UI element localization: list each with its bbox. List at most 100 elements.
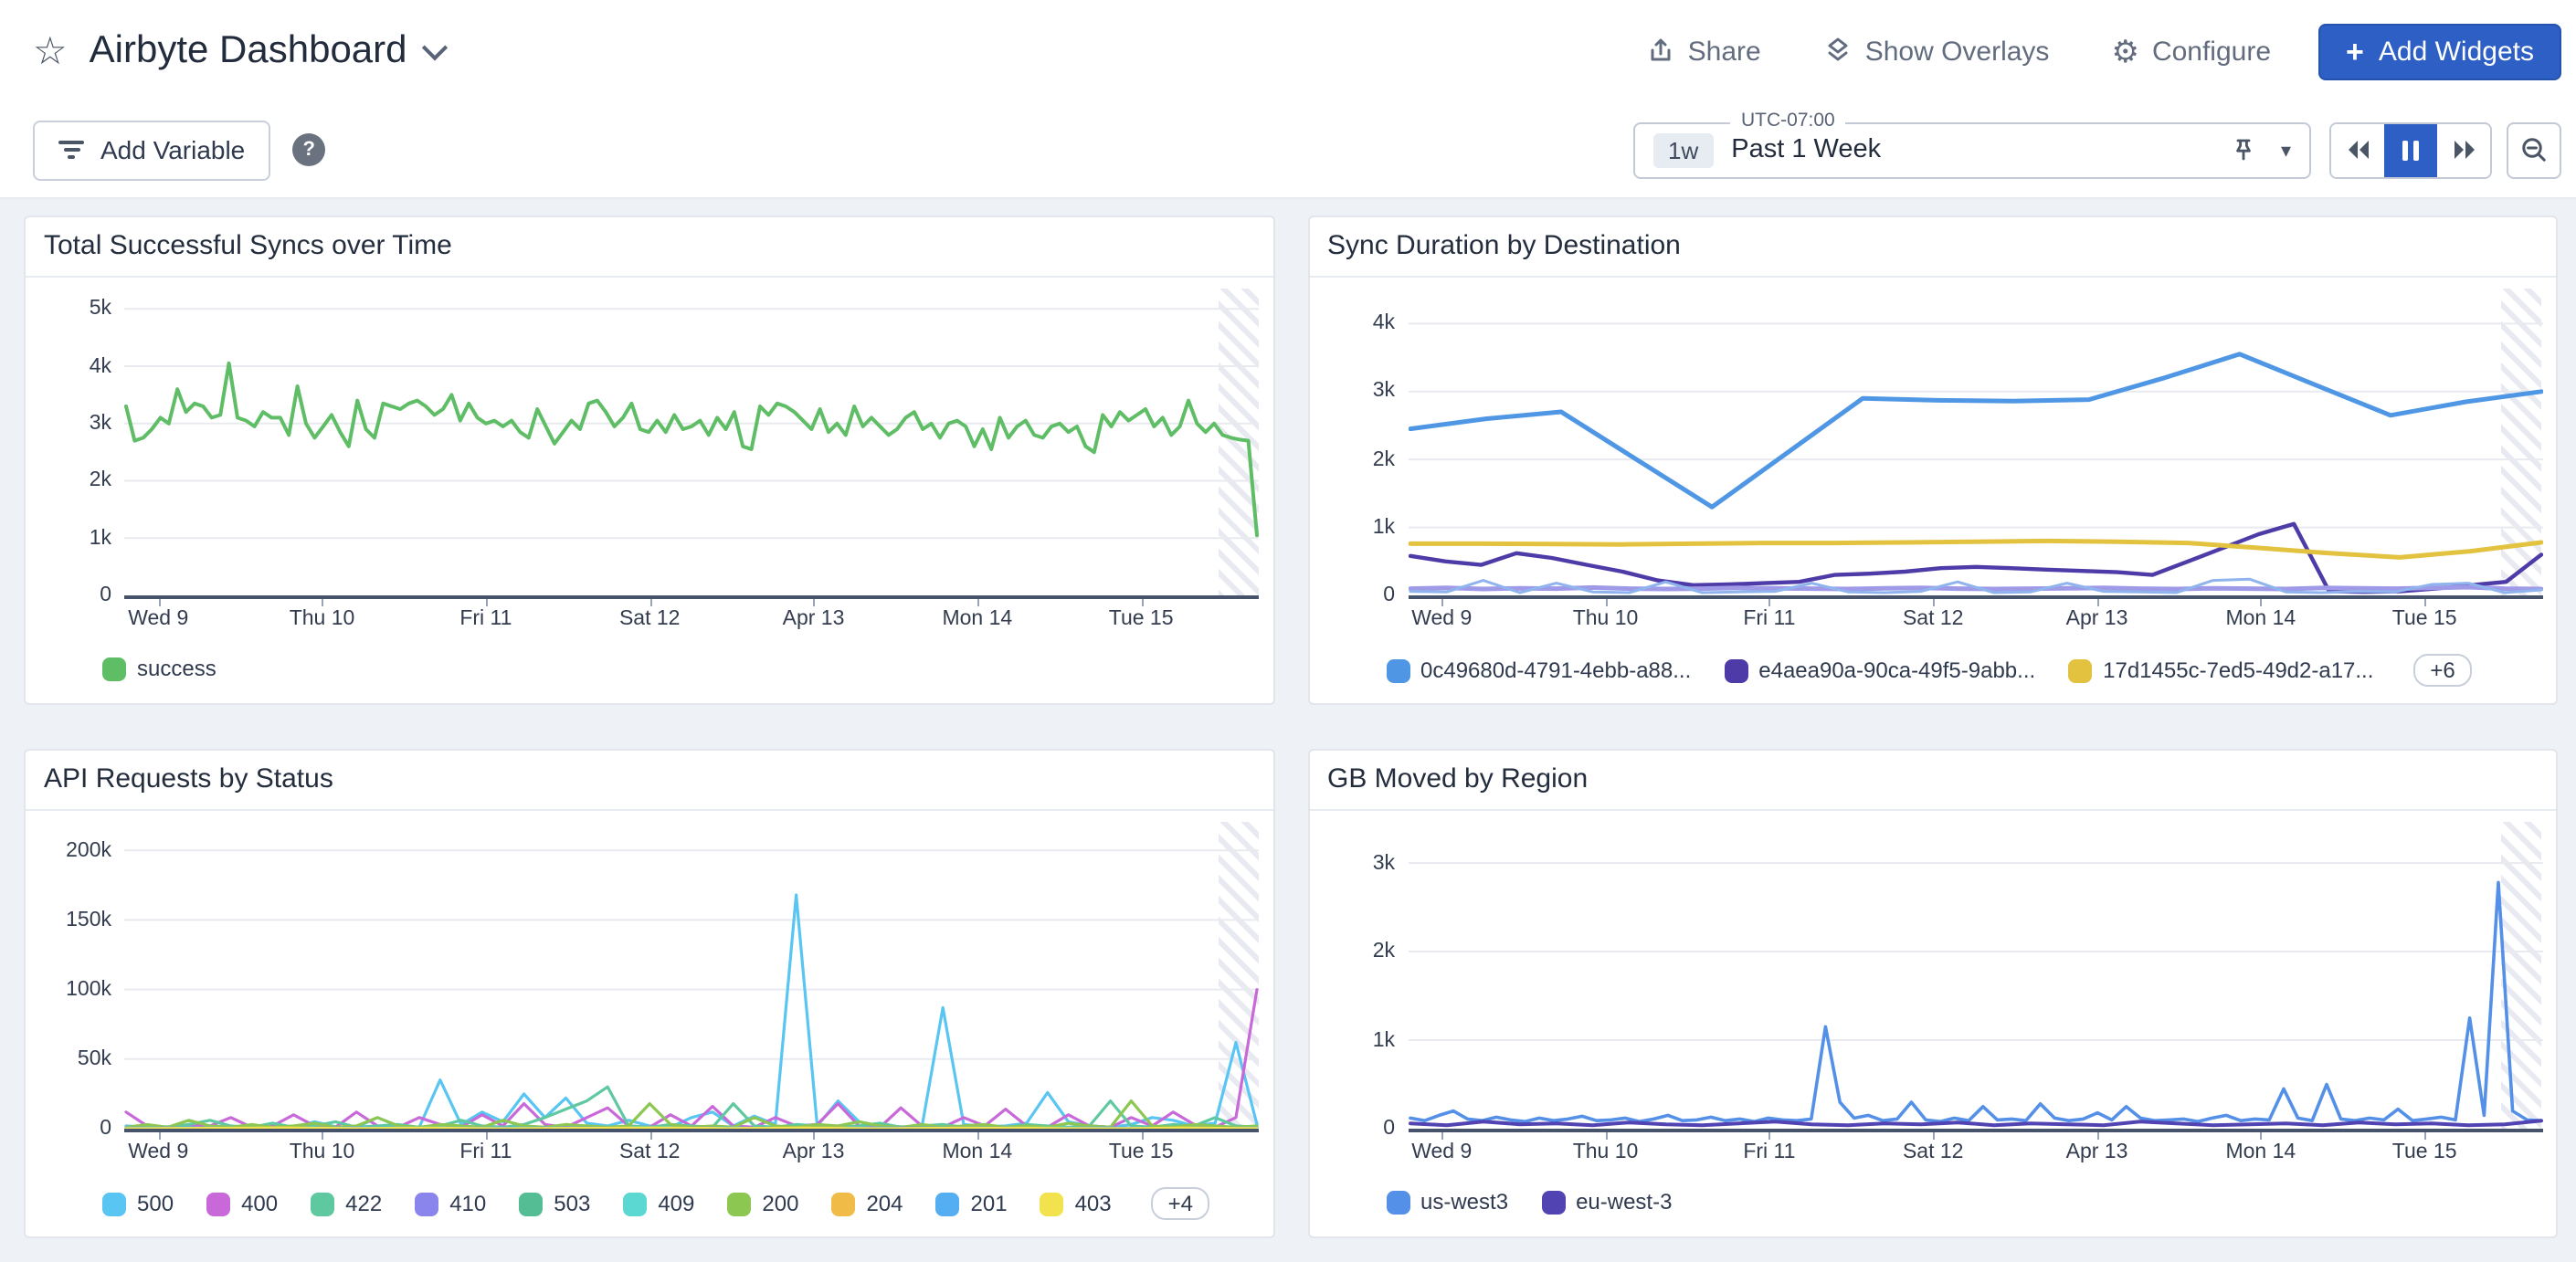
- x-axis-tick: [158, 1132, 160, 1140]
- series-line: [1409, 882, 2540, 1121]
- x-axis-tick-label: Thu 10: [290, 1141, 355, 1163]
- legend: 0c49680d-4791-4ebb-a88... e4aea90a-90ca-4…: [1309, 639, 2556, 709]
- x-axis-tick-label: Fri 11: [459, 1141, 512, 1163]
- legend-item[interactable]: 0c49680d-4791-4ebb-a88...: [1386, 657, 1691, 683]
- y-axis-tick-label: 0: [100, 1114, 111, 1143]
- legend-swatch: [623, 1192, 647, 1215]
- legend-item[interactable]: 400: [206, 1191, 278, 1216]
- legend-swatch: [1541, 1190, 1565, 1214]
- y-axis-tick-label: 100k: [66, 975, 111, 1004]
- share-icon: [1646, 37, 1675, 66]
- toolbar: Add Variable ? UTC-07:00 1w Past 1 Week …: [0, 102, 2576, 199]
- legend-item[interactable]: 503: [519, 1191, 590, 1216]
- legend-item[interactable]: 200: [727, 1191, 798, 1216]
- legend-item[interactable]: eu-west-3: [1541, 1189, 1672, 1215]
- series-line: [1409, 1120, 2540, 1125]
- y-axis-tick-label: 1k: [90, 523, 111, 552]
- widget-title: Total Successful Syncs over Time: [26, 217, 1272, 278]
- x-axis-tick: [649, 599, 651, 606]
- time-range-selector[interactable]: UTC-07:00 1w Past 1 Week ▾: [1633, 121, 2311, 178]
- legend-item[interactable]: 201: [936, 1191, 1008, 1216]
- x-axis-tick-label: Wed 9: [128, 1141, 188, 1163]
- add-widgets-button[interactable]: + Add Widgets: [2318, 23, 2561, 79]
- legend-item[interactable]: 204: [831, 1191, 903, 1216]
- plot-area[interactable]: [124, 822, 1258, 1132]
- header: ☆ Airbyte Dashboard Share Show Overlays …: [0, 0, 2576, 102]
- y-axis-tick-label: 0: [1383, 581, 1395, 610]
- time-controls: UTC-07:00 1w Past 1 Week ▾: [1633, 121, 2561, 178]
- time-shift-group: [2329, 121, 2492, 178]
- pause-button[interactable]: [2384, 123, 2437, 176]
- legend-label: 0c49680d-4791-4ebb-a88...: [1420, 657, 1691, 683]
- legend-overflow-badge[interactable]: +4: [1152, 1187, 1209, 1220]
- legend-item[interactable]: 422: [311, 1191, 382, 1216]
- legend-label: 500: [137, 1191, 174, 1216]
- legend-item[interactable]: 409: [623, 1191, 694, 1216]
- plus-icon: +: [2346, 36, 2364, 67]
- share-label: Share: [1688, 36, 1761, 67]
- plot-area[interactable]: [1408, 822, 2541, 1132]
- legend-label: 503: [554, 1191, 590, 1216]
- legend-label: 410: [449, 1191, 486, 1216]
- widget-sync-duration: Sync Duration by Destination 01k2k3k4k W…: [1307, 216, 2558, 705]
- x-axis-tick: [322, 1132, 324, 1140]
- x-axis-tick-label: Mon 14: [2225, 1141, 2296, 1163]
- caret-down-icon[interactable]: ▾: [2281, 138, 2291, 162]
- x-axis-tick: [1606, 599, 1608, 606]
- add-widgets-label: Add Widgets: [2379, 36, 2534, 67]
- legend-overflow-badge[interactable]: +6: [2413, 654, 2471, 687]
- x-axis: Wed 9Thu 10Fri 11Sat 12Apr 13Mon 14Tue 1…: [1408, 599, 2541, 639]
- x-axis-tick: [977, 1132, 979, 1140]
- x-axis-tick: [1441, 599, 1443, 606]
- x-axis-tick: [1933, 599, 1935, 606]
- x-axis-tick: [649, 1132, 651, 1140]
- legend-item[interactable]: e4aea90a-90ca-49f5-9abb...: [1724, 657, 2035, 683]
- legend-item[interactable]: 17d1455c-7ed5-49d2-a17...: [2068, 657, 2373, 683]
- show-overlays-button[interactable]: Show Overlays: [1823, 36, 2050, 67]
- legend-label: 201: [971, 1191, 1008, 1216]
- x-axis-tick-label: Mon 14: [942, 608, 1012, 630]
- plot-area[interactable]: [1408, 289, 2541, 599]
- x-axis-tick: [486, 599, 488, 606]
- legend-item[interactable]: success: [102, 656, 216, 681]
- x-axis-tick: [486, 1132, 488, 1140]
- legend-label: 204: [866, 1191, 903, 1216]
- favorite-star-icon[interactable]: ☆: [33, 32, 68, 70]
- legend-swatch: [2068, 658, 2092, 682]
- x-axis-tick-label: Mon 14: [2225, 608, 2296, 630]
- legend: 500 400 422 410 503 409 200 204 201 403 +4: [26, 1173, 1272, 1242]
- series-line: [1409, 541, 2540, 557]
- x-axis: Wed 9Thu 10Fri 11Sat 12Apr 13Mon 14Tue 1…: [1408, 1132, 2541, 1173]
- zoom-out-button[interactable]: [2507, 121, 2561, 178]
- series-line: [126, 363, 1257, 535]
- range-shortcut-chip[interactable]: 1w: [1653, 132, 1713, 167]
- y-axis-tick-label: 3k: [1373, 848, 1395, 878]
- x-axis-tick: [2097, 1132, 2099, 1140]
- plot-area[interactable]: [124, 289, 1258, 599]
- legend-item[interactable]: us-west3: [1386, 1189, 1508, 1215]
- y-axis-tick-label: 1k: [1373, 513, 1395, 542]
- x-axis-tick: [814, 1132, 816, 1140]
- chevron-down-icon[interactable]: [421, 35, 447, 60]
- rewind-icon: [2345, 139, 2370, 161]
- legend-item[interactable]: 403: [1040, 1191, 1112, 1216]
- widget-title: API Requests by Status: [26, 751, 1272, 811]
- legend-item[interactable]: 410: [415, 1191, 486, 1216]
- legend-label: 422: [345, 1191, 382, 1216]
- share-button[interactable]: Share: [1646, 36, 1761, 67]
- configure-button[interactable]: ⚙ Configure: [2111, 36, 2271, 67]
- pin-icon[interactable]: [2230, 135, 2259, 164]
- legend-swatch: [831, 1192, 855, 1215]
- x-axis-tick-label: Tue 15: [2392, 1141, 2457, 1163]
- x-axis-tick-label: Thu 10: [1573, 608, 1639, 630]
- legend-item[interactable]: 500: [102, 1191, 174, 1216]
- overlays-icon: [1823, 37, 1853, 66]
- show-overlays-label: Show Overlays: [1865, 36, 2050, 67]
- series-line: [126, 1128, 1257, 1129]
- widget-api-requests: API Requests by Status 050k100k150k200k …: [24, 749, 1274, 1238]
- time-forward-button[interactable]: [2437, 123, 2490, 176]
- help-icon[interactable]: ?: [292, 133, 325, 166]
- time-backward-button[interactable]: [2331, 123, 2384, 176]
- add-variable-button[interactable]: Add Variable: [33, 120, 270, 180]
- legend-swatch: [1386, 658, 1409, 682]
